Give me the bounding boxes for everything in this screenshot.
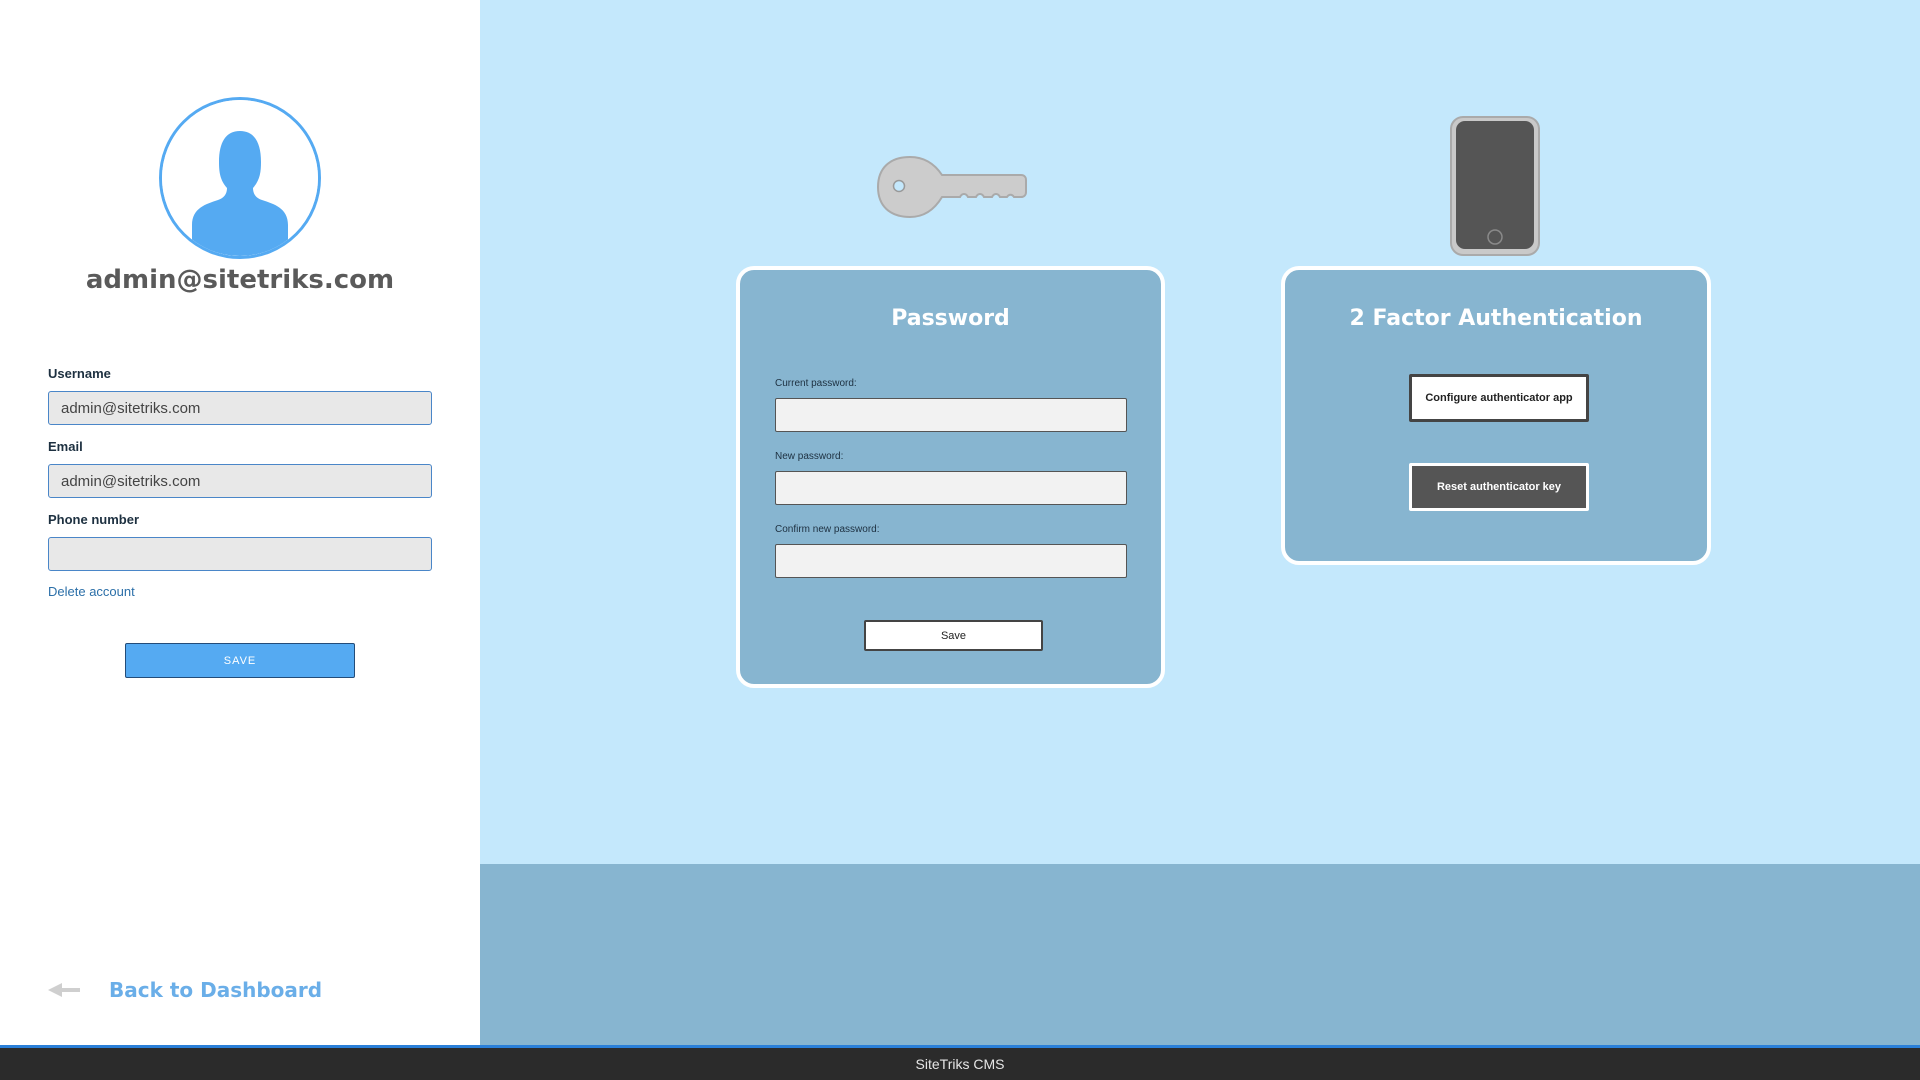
security-panel-footer-band — [480, 864, 1920, 1045]
new-password-input[interactable] — [775, 471, 1127, 505]
configure-authenticator-button[interactable]: Configure authenticator app — [1409, 374, 1589, 422]
username-input[interactable] — [48, 391, 432, 425]
username-label: Username — [48, 366, 111, 381]
new-password-label: New password: — [775, 451, 844, 462]
password-card-title: Password — [891, 306, 1010, 331]
password-card: Password Current password: New password:… — [736, 266, 1165, 688]
user-icon — [162, 100, 318, 256]
email-input[interactable] — [48, 464, 432, 498]
current-password-label: Current password: — [775, 378, 857, 389]
back-to-dashboard-label: Back to Dashboard — [109, 978, 323, 1002]
arrow-left-icon — [48, 983, 80, 997]
confirm-password-input[interactable] — [775, 544, 1127, 578]
back-to-dashboard-link[interactable]: Back to Dashboard — [48, 978, 322, 1002]
phone-input[interactable] — [48, 537, 432, 571]
reset-authenticator-button[interactable]: Reset authenticator key — [1409, 463, 1589, 511]
save-profile-button[interactable]: SAVE — [125, 643, 355, 678]
user-avatar — [159, 97, 321, 259]
save-password-button[interactable]: Save — [864, 620, 1043, 651]
profile-sidebar: admin@sitetriks.com Username Email Phone… — [0, 0, 480, 1045]
tfa-card-title: 2 Factor Authentication — [1349, 306, 1643, 331]
phone-label: Phone number — [48, 512, 140, 527]
app-footer: SiteTriks CMS — [0, 1045, 1920, 1080]
current-password-input[interactable] — [775, 398, 1127, 432]
email-label: Email — [48, 439, 83, 454]
phone-icon — [1450, 116, 1540, 256]
tfa-card: 2 Factor Authentication Configure authen… — [1281, 266, 1711, 565]
confirm-password-label: Confirm new password: — [775, 524, 880, 535]
key-icon — [876, 155, 1027, 219]
profile-email-heading: admin@sitetriks.com — [85, 265, 395, 295]
delete-account-link[interactable]: Delete account — [48, 584, 135, 599]
